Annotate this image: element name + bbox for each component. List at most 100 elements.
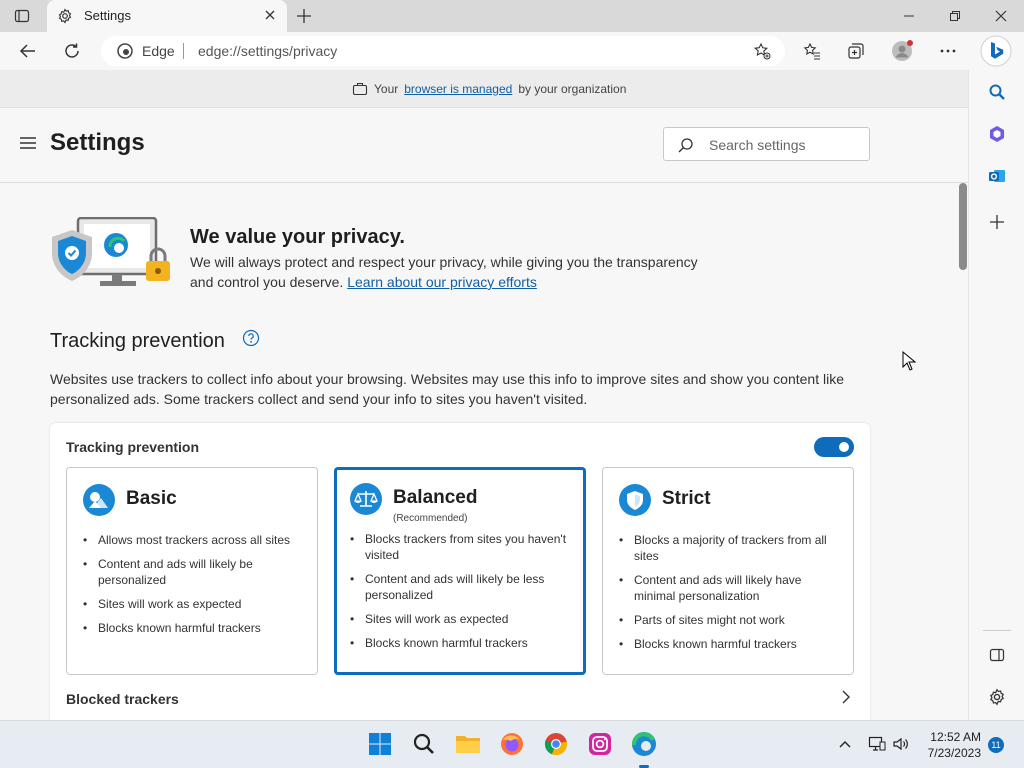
help-icon[interactable] bbox=[242, 329, 260, 347]
list-item: Blocks known harmful trackers bbox=[350, 635, 575, 651]
outlook-icon[interactable] bbox=[987, 166, 1007, 186]
system-clock[interactable]: 12:52 AM 7/23/2023 bbox=[918, 729, 981, 761]
back-button[interactable] bbox=[18, 41, 38, 61]
option-bullets: Blocks trackers from sites you haven't v… bbox=[350, 531, 575, 659]
taskbar-search-icon[interactable] bbox=[411, 731, 437, 757]
chrome-icon[interactable] bbox=[543, 731, 569, 757]
list-item: Allows most trackers across all sites bbox=[83, 532, 308, 548]
page-title: Settings bbox=[50, 129, 145, 156]
edge-icon bbox=[117, 43, 133, 59]
toggle-knob bbox=[839, 442, 849, 452]
managed-banner: Your browser is managed by your organiza… bbox=[0, 70, 968, 108]
scrollbar-thumb[interactable] bbox=[959, 183, 967, 270]
list-item: Sites will work as expected bbox=[350, 611, 575, 627]
list-item: Blocks known harmful trackers bbox=[83, 620, 308, 636]
new-tab-icon[interactable] bbox=[296, 8, 312, 24]
refresh-button[interactable] bbox=[62, 41, 82, 61]
sidebar-settings-icon[interactable] bbox=[987, 687, 1007, 707]
option-strict[interactable]: Strict Blocks a majority of trackers fro… bbox=[602, 467, 854, 675]
banner-content: Your browser is managed by your organiza… bbox=[352, 82, 626, 96]
card-label: Tracking prevention bbox=[66, 439, 200, 455]
collections-icon[interactable] bbox=[846, 41, 866, 61]
notification-badge[interactable]: 11 bbox=[988, 737, 1004, 753]
list-item: Content and ads will likely be personali… bbox=[83, 556, 308, 588]
shield-icon bbox=[619, 484, 651, 516]
office-icon[interactable] bbox=[987, 124, 1007, 144]
tab-actions-icon[interactable] bbox=[14, 8, 30, 24]
tab-title: Settings bbox=[84, 8, 131, 23]
favorites-icon[interactable] bbox=[802, 41, 822, 61]
list-item: Sites will work as expected bbox=[83, 596, 308, 612]
clock-time: 12:52 AM bbox=[930, 730, 981, 744]
list-item: Blocks a majority of trackers from all s… bbox=[619, 532, 844, 564]
copilot-icon[interactable] bbox=[980, 35, 1012, 67]
instagram-icon[interactable] bbox=[587, 731, 613, 757]
tracking-prevention-card: Tracking prevention Basic Allows most tr… bbox=[50, 423, 870, 720]
hero-title: We value your privacy. bbox=[190, 226, 405, 248]
more-options-icon[interactable] bbox=[938, 41, 958, 61]
close-window-button[interactable] bbox=[978, 0, 1024, 32]
minimize-button[interactable] bbox=[886, 0, 932, 32]
hide-sidebar-icon[interactable] bbox=[987, 645, 1007, 665]
taskbar: 12:52 AM 7/23/2023 11 bbox=[0, 720, 1024, 768]
list-item: Content and ads will likely be less pers… bbox=[350, 571, 575, 603]
profile-avatar[interactable] bbox=[891, 40, 913, 62]
search-icon bbox=[678, 137, 694, 153]
restore-button[interactable] bbox=[932, 0, 978, 32]
option-name: Balanced bbox=[393, 487, 478, 508]
privacy-illustration bbox=[50, 216, 172, 291]
tracking-prevention-toggle[interactable] bbox=[814, 437, 854, 457]
list-item: Blocks known harmful trackers bbox=[619, 636, 844, 652]
option-recommended: (Recommended) bbox=[393, 513, 468, 524]
file-explorer-icon[interactable] bbox=[455, 731, 481, 757]
volume-icon[interactable] bbox=[888, 731, 914, 757]
section-title: Tracking prevention bbox=[50, 330, 225, 352]
title-bar: Settings bbox=[0, 0, 1024, 32]
option-balanced[interactable]: Balanced (Recommended) Blocks trackers f… bbox=[334, 467, 586, 675]
option-bullets: Allows most trackers across all sites Co… bbox=[83, 532, 308, 644]
start-icon[interactable] bbox=[367, 731, 393, 757]
address-separator bbox=[183, 43, 184, 59]
list-item: Content and ads will likely have minimal… bbox=[619, 572, 844, 604]
list-item: Parts of sites might not work bbox=[619, 612, 844, 628]
edge-taskbar-icon[interactable] bbox=[631, 731, 657, 768]
firefox-icon[interactable] bbox=[499, 731, 525, 757]
banner-suffix: by your organization bbox=[518, 82, 627, 96]
toolbar: Edge edge://settings/privacy bbox=[0, 32, 1024, 70]
close-tab-icon[interactable] bbox=[263, 8, 277, 22]
browser-managed-link[interactable]: browser is managed bbox=[404, 82, 512, 96]
blocked-trackers-link[interactable]: Blocked trackers bbox=[66, 691, 179, 707]
edge-sidebar bbox=[968, 70, 1024, 720]
privacy-efforts-link[interactable]: Learn about our privacy efforts bbox=[347, 274, 537, 290]
address-bar[interactable]: Edge edge://settings/privacy bbox=[101, 36, 785, 66]
gear-icon bbox=[57, 8, 73, 24]
address-label: Edge bbox=[142, 43, 175, 59]
menu-icon[interactable] bbox=[20, 136, 36, 150]
section-description: Websites use trackers to collect info ab… bbox=[50, 371, 844, 407]
add-favorite-icon[interactable] bbox=[753, 42, 771, 60]
option-name: Strict bbox=[662, 488, 711, 509]
briefcase-icon bbox=[352, 82, 368, 96]
address-url[interactable]: edge://settings/privacy bbox=[198, 43, 337, 59]
network-icon[interactable] bbox=[864, 731, 890, 757]
basic-icon bbox=[83, 484, 115, 516]
chevron-right-icon[interactable] bbox=[840, 689, 852, 705]
scales-icon bbox=[350, 483, 382, 515]
option-name: Basic bbox=[126, 488, 177, 509]
tab-settings[interactable]: Settings bbox=[47, 0, 287, 32]
chevron-up-icon[interactable] bbox=[832, 731, 858, 757]
settings-header: Settings Search settings bbox=[0, 108, 968, 183]
banner-prefix: Your bbox=[374, 82, 399, 96]
sidebar-divider bbox=[983, 630, 1011, 631]
hero-text: We will always protect and respect your … bbox=[190, 252, 710, 292]
mouse-cursor-icon bbox=[902, 350, 917, 371]
settings-content: We value your privacy. We will always pr… bbox=[0, 183, 958, 720]
clock-date: 7/23/2023 bbox=[927, 746, 981, 760]
search-placeholder: Search settings bbox=[709, 137, 806, 153]
search-settings-input[interactable]: Search settings bbox=[663, 127, 870, 161]
option-basic[interactable]: Basic Allows most trackers across all si… bbox=[66, 467, 318, 675]
search-icon[interactable] bbox=[987, 82, 1007, 102]
option-bullets: Blocks a majority of trackers from all s… bbox=[619, 532, 844, 660]
list-item: Blocks trackers from sites you haven't v… bbox=[350, 531, 575, 563]
add-icon[interactable] bbox=[987, 212, 1007, 232]
